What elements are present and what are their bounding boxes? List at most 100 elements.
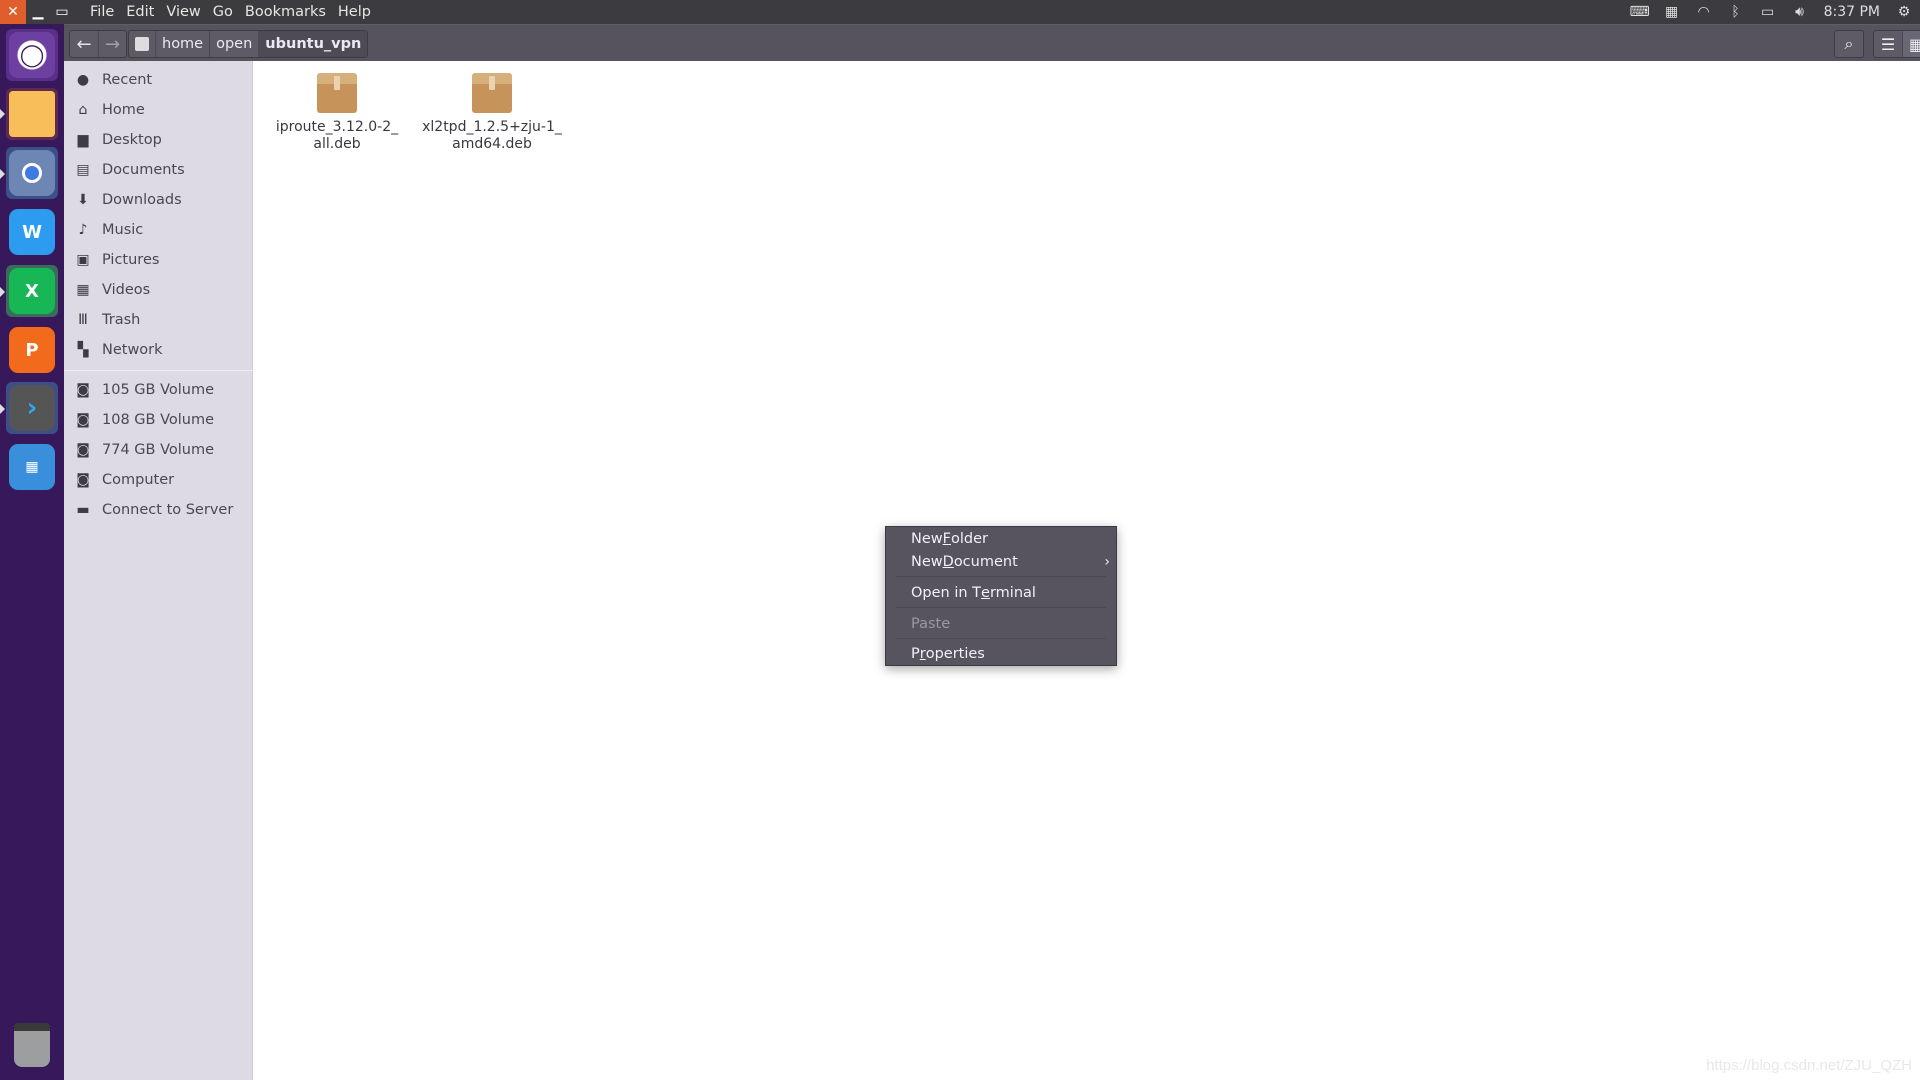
launcher-chromium[interactable] (6, 147, 58, 199)
file-item[interactable]: xl2tpd_1.2.5+zju-1_ amd64.deb (422, 73, 562, 153)
server-icon: ▬ (76, 502, 90, 518)
trash-icon: Ⅲ (78, 312, 88, 328)
menu-item-paste: Paste (911, 616, 951, 632)
ubuntu-logo-icon: ◯ (9, 32, 55, 78)
launcher-remmina[interactable]: › (6, 382, 58, 434)
menu-item-open-in-terminal[interactable]: Open in Te rminal (886, 582, 1116, 604)
download-arrow-icon: ⬇ (77, 192, 89, 208)
launcher: ◯ W X P › ▦ (0, 24, 64, 1080)
sidebar-item-connect-to-server[interactable]: ▬ Connect to Server (64, 496, 253, 524)
launcher-dash[interactable]: ◯ (6, 29, 58, 81)
context-menu: New Folder New Document › Open in Te rmina… (885, 526, 1117, 666)
running-indicator (0, 287, 5, 297)
menu-view[interactable]: View (160, 4, 206, 20)
system-tray: ⌨ ▦ ◠ ᛒ ▭ 🔊︎ 8:37 PM ⚙ (1624, 0, 1920, 24)
workspace-switcher-icon: ▦ (9, 444, 55, 490)
chromium-icon (9, 150, 55, 196)
file-item[interactable]: iproute_3.12.0-2_ all.deb (267, 73, 407, 153)
clock[interactable]: 8:37 PM (1816, 4, 1888, 20)
menu-separator (896, 576, 1106, 577)
sidebar-item-105gb-volume[interactable]: ◙ 105 GB Volume (64, 376, 253, 404)
pictures-icon: ▣ (76, 252, 90, 268)
volume-icon[interactable]: 🔊︎ (1784, 4, 1816, 20)
menu-help[interactable]: Help (332, 4, 377, 20)
menu-separator (896, 607, 1106, 608)
search-icon: ⌕ (1844, 34, 1854, 53)
menu-item-properties[interactable]: Pr operties (886, 643, 1116, 665)
sidebar-item-pictures[interactable]: ▣ Pictures (64, 246, 253, 274)
sidebar-item-home[interactable]: ⌂ Home (64, 96, 253, 124)
film-icon: ▦ (76, 282, 90, 298)
sidebar-item-network[interactable]: ▚ Network (64, 336, 253, 364)
menu-separator (896, 638, 1106, 639)
sidebar-item-desktop[interactable]: ▆ Desktop (64, 126, 253, 154)
menu-bookmarks[interactable]: Bookmarks (239, 4, 332, 20)
minimize-window-button[interactable]: ▁ (26, 0, 50, 24)
keyboard-icon[interactable]: ⌨ (1624, 4, 1656, 20)
drive-icon: ◙ (76, 442, 90, 458)
drive-icon[interactable] (129, 31, 155, 57)
sidebar-item-recent[interactable]: ● Recent (64, 66, 253, 94)
top-panel: ✕ ▁ ▭ File Edit View Go Bookmarks Help ⌨… (0, 0, 1920, 24)
sidebar-item-trash[interactable]: Ⅲ Trash (64, 306, 253, 334)
launcher-trash[interactable] (6, 1019, 58, 1071)
launcher-wps-writer[interactable]: W (6, 206, 58, 258)
breadcrumb-home[interactable]: home (155, 31, 209, 57)
clock-icon: ● (76, 72, 90, 88)
list-view-icon[interactable]: ☰ (1874, 31, 1902, 57)
sidebar-item-videos[interactable]: ▦ Videos (64, 276, 253, 304)
document-icon: ▤ (76, 162, 90, 178)
back-arrow-icon[interactable]: ← (70, 31, 98, 57)
running-indicator (0, 109, 5, 119)
drive-icon: ◙ (76, 412, 90, 428)
running-indicator (0, 404, 5, 414)
presentation-icon: P (9, 327, 55, 373)
navigation-buttons: ← → (69, 30, 127, 58)
sidebar-divider (64, 370, 253, 371)
network-icon: ▚ (77, 342, 89, 358)
submenu-chevron-icon: › (1104, 554, 1110, 570)
battery-icon[interactable]: ▭ (1752, 4, 1784, 20)
menu-edit[interactable]: Edit (120, 4, 160, 20)
sidebar-item-documents[interactable]: ▤ Documents (64, 156, 253, 184)
bluetooth-icon[interactable]: ᛒ (1720, 4, 1752, 20)
home-icon: ⌂ (78, 102, 88, 118)
package-icon (472, 73, 512, 113)
sidebar-item-computer[interactable]: ◙ Computer (64, 466, 253, 494)
menu-item-new-folder[interactable]: New Folder (886, 528, 1116, 550)
sidebar-item-downloads[interactable]: ⬇ Downloads (64, 186, 253, 214)
maximize-window-button[interactable]: ▭ (50, 0, 74, 24)
desktop-icon: ▆ (77, 132, 89, 148)
launcher-files[interactable] (6, 88, 58, 140)
wifi-icon[interactable]: ◠ (1688, 4, 1720, 20)
grid-view-icon[interactable]: ▦ (1902, 31, 1920, 57)
launcher-wps-presentation[interactable]: P (6, 324, 58, 376)
launcher-workspaces[interactable]: ▦ (6, 441, 58, 493)
sidebar-item-music[interactable]: ♪ Music (64, 216, 253, 244)
menu-file[interactable]: File (84, 4, 120, 20)
breadcrumb-open[interactable]: open (209, 31, 258, 57)
watermark: https://blog.csdn.net/ZJU_QZH (1706, 1057, 1912, 1074)
menu-bar: File Edit View Go Bookmarks Help (84, 4, 377, 20)
forward-arrow-icon[interactable]: → (98, 31, 126, 57)
running-indicator (0, 169, 5, 179)
search-button[interactable]: ⌕ (1834, 30, 1864, 58)
sidebar: ● Recent ⌂ Home ▆ Desktop ▤ Documents ⬇ Downl… (64, 61, 253, 1080)
drive-icon: ◙ (76, 382, 90, 398)
menu-item-new-document[interactable]: New Document › (886, 551, 1116, 573)
folder-icon (9, 91, 55, 137)
package-icon (317, 73, 357, 113)
sidebar-item-108gb-volume[interactable]: ◙ 108 GB Volume (64, 406, 253, 434)
power-gear-icon[interactable]: ⚙ (1888, 4, 1920, 20)
view-toggle: ☰ ▦ (1873, 30, 1920, 58)
calendar-icon[interactable]: ▦ (1656, 4, 1688, 20)
breadcrumb-ubuntu-vpn[interactable]: ubuntu_vpn (258, 31, 368, 57)
writer-icon: W (9, 209, 55, 255)
drive-icon: ◙ (76, 472, 90, 488)
music-note-icon: ♪ (78, 222, 88, 238)
launcher-wps-spreadsheets[interactable]: X (6, 265, 58, 317)
spreadsheet-icon: X (9, 268, 55, 314)
menu-go[interactable]: Go (207, 4, 239, 20)
sidebar-item-774gb-volume[interactable]: ◙ 774 GB Volume (64, 436, 253, 464)
close-window-button[interactable]: ✕ (0, 0, 26, 24)
